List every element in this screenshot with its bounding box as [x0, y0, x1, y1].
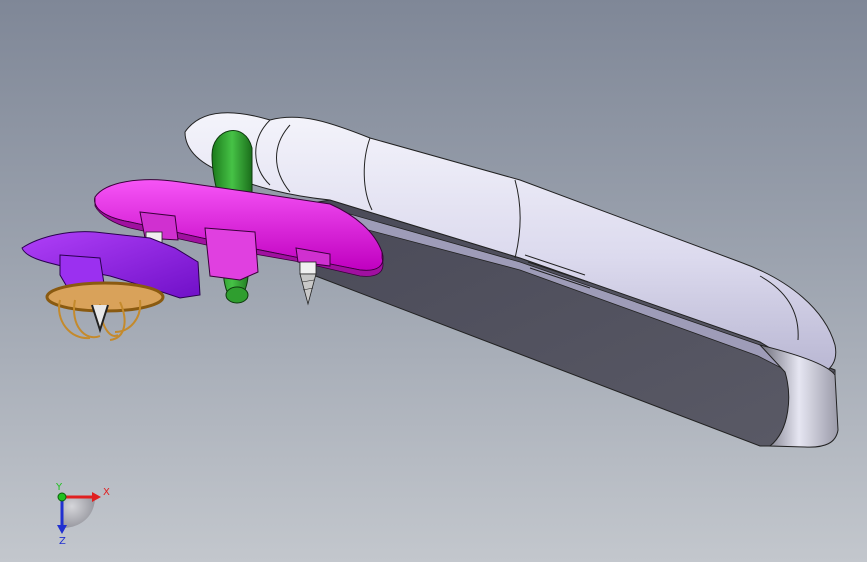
y-axis-dot: [57, 492, 67, 502]
clip-pin: [91, 304, 109, 334]
graphics-viewport[interactable]: X Y Z: [0, 0, 867, 562]
y-axis-label: Y: [55, 482, 63, 493]
x-axis-arrow: [92, 492, 101, 502]
arm-housing[interactable]: [184, 112, 839, 448]
z-axis-arrow: [57, 525, 67, 534]
triad-shade: [62, 497, 95, 528]
x-axis-label: X: [103, 487, 110, 498]
coordinate-triad[interactable]: X Y Z: [55, 482, 110, 547]
3d-model-view[interactable]: X Y Z: [0, 0, 867, 562]
z-axis-label: Z: [59, 536, 66, 547]
cable-pipe-end: [225, 286, 249, 304]
wire-clip[interactable]: [45, 281, 165, 341]
bracket-boss-center: [204, 227, 259, 281]
screw-right: [299, 261, 317, 306]
